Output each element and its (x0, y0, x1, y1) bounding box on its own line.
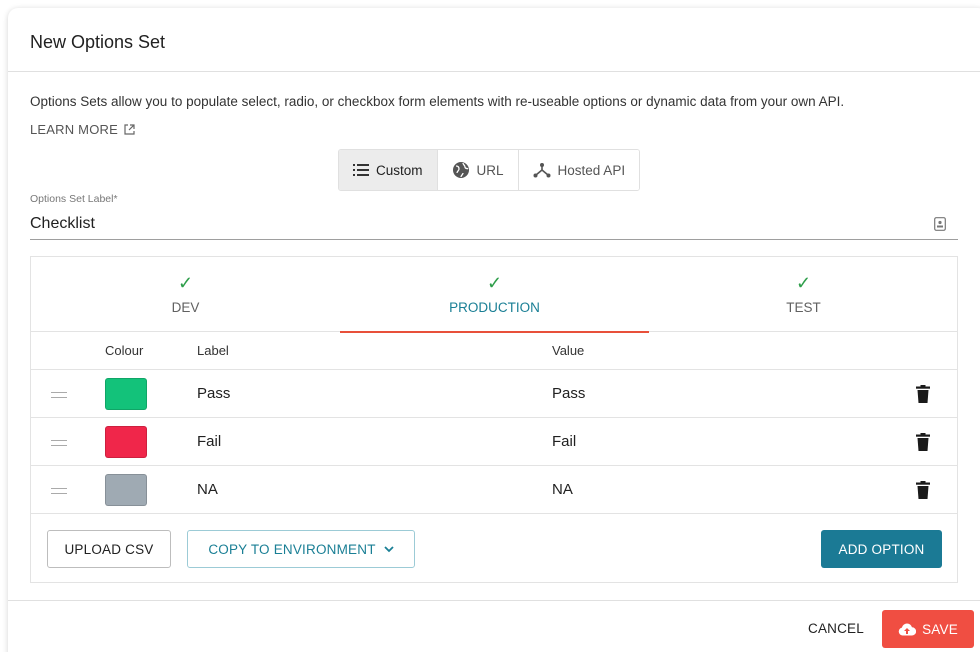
drag-handle-icon[interactable] (51, 440, 67, 446)
table-row: NA NA (31, 466, 957, 514)
dialog-description: Options Sets allow you to populate selec… (30, 94, 845, 109)
source-hosted-api-button[interactable]: Hosted API (518, 150, 640, 190)
chevron-down-icon (384, 545, 394, 552)
check-icon: ✓ (795, 273, 812, 293)
external-link-icon (124, 124, 135, 135)
colour-column-header: Colour (105, 343, 144, 358)
options-table-header: Colour Label Value (31, 332, 957, 370)
save-label: SAVE (922, 621, 958, 637)
learn-more-link[interactable]: LEARN MORE (30, 122, 135, 137)
options-set-label-input[interactable]: Checklist (30, 208, 958, 240)
source-custom-label: Custom (376, 162, 423, 178)
add-option-label: ADD OPTION (838, 541, 925, 557)
cloud-upload-icon (898, 622, 917, 635)
environment-options-panel: ✓ DEV ✓ PRODUCTION ✓ TEST Colour Label V… (30, 256, 958, 583)
table-row: Pass Pass (31, 370, 957, 418)
colour-swatch[interactable] (105, 426, 147, 458)
options-set-label-caption: Options Set Label* (30, 193, 118, 205)
dialog-footer: CANCEL SAVE (8, 600, 980, 652)
drag-handle-icon[interactable] (51, 488, 67, 494)
label-column-header: Label (197, 343, 229, 358)
tab-dev-label: DEV (171, 300, 200, 315)
globe-icon (452, 162, 469, 178)
trash-icon[interactable] (916, 433, 930, 451)
option-label[interactable]: Fail (197, 433, 221, 450)
learn-more-label: LEARN MORE (30, 122, 118, 137)
colour-swatch[interactable] (105, 378, 147, 410)
option-label[interactable]: NA (197, 481, 218, 498)
options-set-label-value: Checklist (30, 214, 95, 232)
dialog-title: New Options Set (30, 32, 166, 52)
trash-icon[interactable] (916, 481, 930, 499)
source-url-button[interactable]: URL (437, 150, 519, 190)
check-icon: ✓ (177, 273, 194, 293)
environment-tabs: ✓ DEV ✓ PRODUCTION ✓ TEST (31, 257, 958, 333)
table-row: Fail Fail (31, 418, 957, 466)
copy-to-environment-label: COPY TO ENVIRONMENT (208, 541, 376, 557)
add-option-button[interactable]: ADD OPTION (821, 530, 942, 568)
drag-handle-icon[interactable] (51, 392, 67, 398)
copy-to-environment-button[interactable]: COPY TO ENVIRONMENT (187, 530, 415, 568)
tab-test[interactable]: ✓ TEST (649, 257, 958, 332)
source-custom-button[interactable]: Custom (339, 150, 438, 190)
source-type-toggle: Custom URL Hosted API (338, 149, 641, 191)
list-icon (353, 164, 369, 176)
panel-actions: UPLOAD CSV COPY TO ENVIRONMENT ADD OPTIO… (31, 514, 957, 584)
api-icon (533, 163, 551, 178)
tab-production-label: PRODUCTION (449, 300, 540, 315)
dialog-header: New Options Set (8, 8, 980, 72)
tab-dev[interactable]: ✓ DEV (31, 257, 340, 332)
contact-card-icon (934, 216, 946, 231)
value-column-header: Value (552, 343, 585, 358)
check-icon: ✓ (486, 273, 503, 293)
option-label[interactable]: Pass (197, 385, 230, 402)
tab-production[interactable]: ✓ PRODUCTION (340, 257, 649, 333)
trash-icon[interactable] (916, 385, 930, 403)
option-value[interactable]: NA (552, 481, 573, 498)
upload-csv-label: UPLOAD CSV (64, 541, 154, 557)
option-value[interactable]: Fail (552, 433, 576, 450)
upload-csv-button[interactable]: UPLOAD CSV (47, 530, 171, 568)
tab-test-label: TEST (786, 300, 821, 315)
option-value[interactable]: Pass (552, 385, 585, 402)
source-url-label: URL (476, 162, 504, 178)
source-hosted-api-label: Hosted API (557, 162, 626, 178)
cancel-button[interactable]: CANCEL (808, 621, 864, 636)
colour-swatch[interactable] (105, 474, 147, 506)
save-button[interactable]: SAVE (882, 610, 974, 648)
new-options-set-dialog: New Options Set Options Sets allow you t… (8, 8, 980, 652)
